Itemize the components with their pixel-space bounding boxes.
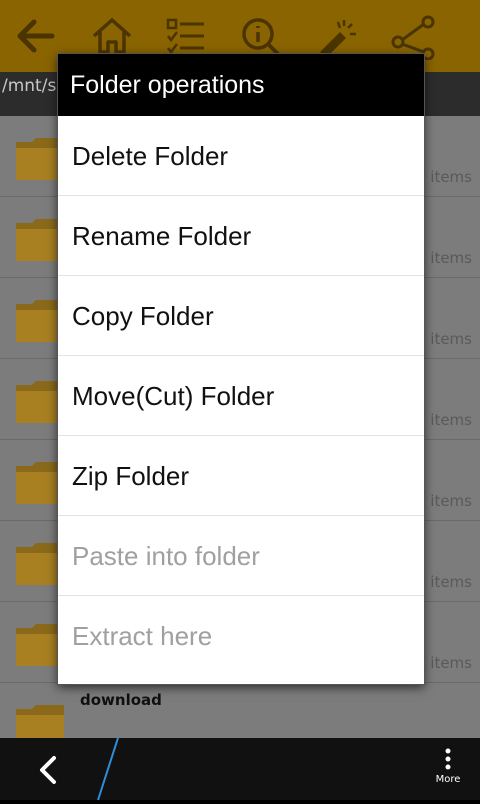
back-arrow-icon[interactable]	[8, 8, 64, 64]
current-path: /mnt/s	[2, 76, 57, 96]
folder-name: download	[80, 691, 162, 709]
dialog-title: Folder operations	[58, 54, 424, 116]
item-count: items	[430, 654, 472, 672]
item-count: items	[430, 411, 472, 429]
delete-folder-option[interactable]: Delete Folder	[58, 116, 424, 196]
zip-folder-option[interactable]: Zip Folder	[58, 436, 424, 516]
folder-icon	[14, 701, 66, 738]
item-count: items	[430, 330, 472, 348]
file-row[interactable]: download	[0, 683, 480, 738]
copy-folder-option[interactable]: Copy Folder	[58, 276, 424, 356]
more-dots-icon	[445, 748, 451, 770]
item-count: items	[430, 492, 472, 510]
more-button[interactable]: More	[428, 746, 468, 796]
item-count: items	[430, 168, 472, 186]
move-cut-folder-option[interactable]: Move(Cut) Folder	[58, 356, 424, 436]
chevron-left-icon[interactable]	[30, 752, 66, 788]
item-count: items	[430, 249, 472, 267]
rename-folder-option[interactable]: Rename Folder	[58, 196, 424, 276]
navigation-bar: More	[0, 737, 480, 801]
extract-here-option: Extract here	[72, 621, 213, 651]
paste-into-folder-option: Paste into folder	[58, 516, 424, 596]
folder-operations-dialog: Folder operations Delete Folder Rename F…	[58, 54, 424, 684]
item-count: items	[430, 573, 472, 591]
more-label: More	[435, 774, 461, 785]
divider-accent	[92, 737, 122, 801]
file-manager-app: /mnt/s items items items items items ite…	[0, 0, 480, 738]
